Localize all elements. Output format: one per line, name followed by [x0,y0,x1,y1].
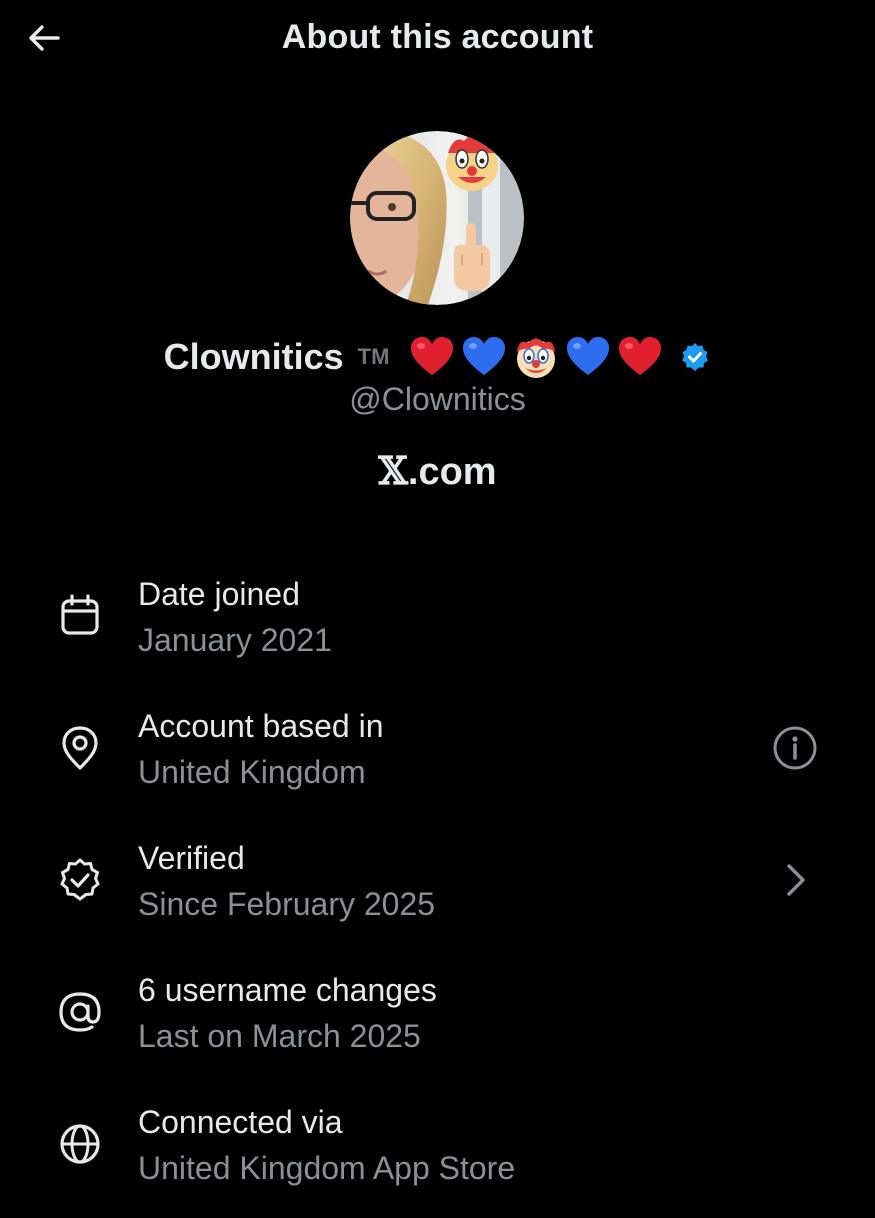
website-link[interactable]: 𝕏.com [0,448,875,494]
page-title: About this account [281,18,594,56]
x-logo-mark: 𝕏 [378,448,408,493]
info-icon [773,726,817,770]
detail-subtitle: United Kingdom App Store [138,1150,516,1186]
blue-heart-icon [567,337,610,375]
red-heart-icon [411,337,454,375]
detail-subtitle: United Kingdom [138,754,366,790]
detail-subtitle: Since February 2025 [138,886,436,922]
chevron-right-icon [787,864,805,896]
detail-row-verified[interactable]: Verified Since February 2025 [0,834,875,954]
detail-subtitle: January 2021 [138,622,332,658]
red-heart-icon [619,337,662,375]
verified-badge-icon [60,858,100,901]
name-row: Clownitics TM [0,330,875,384]
verified-check-icon[interactable] [679,341,711,373]
detail-row-connected-via: Connected via United Kingdom App Store [0,1098,875,1218]
website-domain: .com [407,451,497,493]
trademark-mark: TM [357,344,390,369]
info-button[interactable] [771,724,819,772]
top-bar: About this account [0,0,875,76]
detail-title: 6 username changes [138,972,437,1008]
name-emojis [409,334,663,380]
detail-subtitle: Last on March 2025 [138,1018,421,1054]
detail-title: Date joined [138,576,300,612]
clown-face-icon [517,338,556,378]
at-sign-icon [59,992,101,1032]
avatar-image [350,131,524,305]
blue-heart-icon [463,337,506,375]
verified-details-button[interactable] [771,856,819,904]
detail-title: Account based in [138,708,384,744]
username-handle: @Clownitics [349,381,526,417]
profile-avatar[interactable] [350,131,524,305]
location-pin-icon [62,726,98,770]
calendar-icon [61,594,99,635]
detail-row-account-based-in: Account based in United Kingdom [0,702,875,822]
globe-icon [60,1124,100,1164]
detail-title: Verified [138,840,245,876]
display-name: Clownitics [163,336,344,377]
detail-row-date-joined: Date joined January 2021 [0,570,875,690]
detail-title: Connected via [138,1104,343,1140]
detail-row-username-changes: 6 username changes Last on March 2025 [0,966,875,1086]
